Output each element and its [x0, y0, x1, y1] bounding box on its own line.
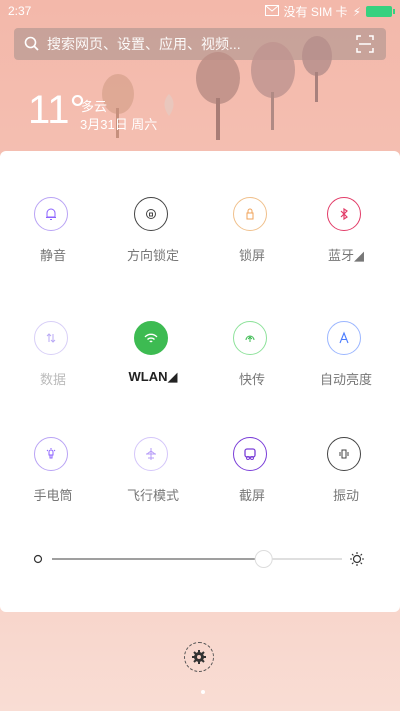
toggle-label: 锁屏	[238, 248, 265, 263]
toggle-vibrate[interactable]: 振动	[296, 427, 396, 527]
tree-illustration	[251, 42, 295, 130]
bluetooth-icon	[327, 197, 361, 231]
toggle-flashlight[interactable]: 手电筒	[3, 427, 103, 527]
toggle-label: 静音	[39, 248, 66, 263]
carrier-text: 没有 SIM 卡	[283, 5, 348, 19]
brightness-slider[interactable]	[30, 545, 375, 575]
quick-settings-panel: 静音 方向锁定 锁屏 蓝牙◢ 数据 WLAN◢ 快传 自动亮度 手电筒 飞行模式…	[0, 151, 400, 612]
quick-share-icon	[233, 321, 267, 355]
toggle-label: 自动亮度	[319, 372, 372, 387]
screenshot-icon	[233, 437, 267, 471]
airplane-icon	[134, 437, 168, 471]
status-bar: 2:37 没有 SIM 卡 ⚡	[0, 0, 400, 22]
gear-icon	[192, 650, 206, 664]
status-right: 没有 SIM 卡 ⚡	[264, 3, 395, 20]
toggle-label: 截屏	[238, 488, 265, 503]
toggle-silent[interactable]: 静音	[3, 187, 103, 287]
flashlight-icon	[34, 437, 68, 471]
leaf-illustration	[164, 94, 174, 116]
settings-button[interactable]	[184, 642, 214, 672]
brightness-low-icon	[33, 554, 43, 564]
weather-date: 3月31日 周六	[80, 117, 158, 132]
bell-icon	[34, 197, 68, 231]
toggle-data[interactable]: 数据	[3, 311, 103, 411]
status-time: 2:37	[8, 4, 32, 18]
toggle-wlan[interactable]: WLAN◢	[103, 311, 203, 411]
page-indicator	[201, 690, 205, 694]
scan-icon[interactable]	[356, 35, 374, 53]
slider-thumb[interactable]	[254, 550, 273, 568]
toggle-label: 飞行模式	[126, 488, 179, 503]
toggle-label: WLAN◢	[128, 369, 178, 384]
mail-icon	[264, 4, 279, 19]
toggle-label: 手电筒	[33, 488, 73, 503]
toggle-auto-brightness[interactable]: 自动亮度	[296, 311, 396, 411]
charging-icon: ⚡	[352, 4, 361, 19]
weather-temperature: 11°	[28, 88, 86, 132]
toggle-bluetooth[interactable]: 蓝牙◢	[296, 187, 396, 287]
toggle-label: 蓝牙◢	[328, 248, 364, 263]
toggle-label: 快传	[238, 372, 265, 387]
weather-condition: 多云	[81, 99, 108, 114]
lock-icon	[233, 197, 267, 231]
search-icon	[24, 36, 39, 51]
toggle-label: 方向锁定	[126, 248, 179, 263]
battery-icon	[366, 6, 395, 17]
vibrate-icon	[327, 437, 361, 471]
tree-illustration	[302, 36, 332, 102]
brightness-high-icon	[350, 552, 364, 566]
rotation-lock-icon	[134, 197, 168, 231]
toggle-label: 数据	[39, 372, 66, 387]
wifi-icon	[134, 321, 168, 355]
auto-brightness-icon	[327, 321, 361, 355]
toggle-lock-screen[interactable]: 锁屏	[202, 187, 302, 287]
tree-illustration	[196, 52, 240, 140]
toggle-quick-share[interactable]: 快传	[202, 311, 302, 411]
toggle-rotation-lock[interactable]: 方向锁定	[103, 187, 203, 287]
toggle-screenshot[interactable]: 截屏	[202, 427, 302, 527]
toggle-label: 振动	[332, 488, 359, 503]
toggle-airplane[interactable]: 飞行模式	[103, 427, 203, 527]
data-icon	[34, 321, 68, 355]
